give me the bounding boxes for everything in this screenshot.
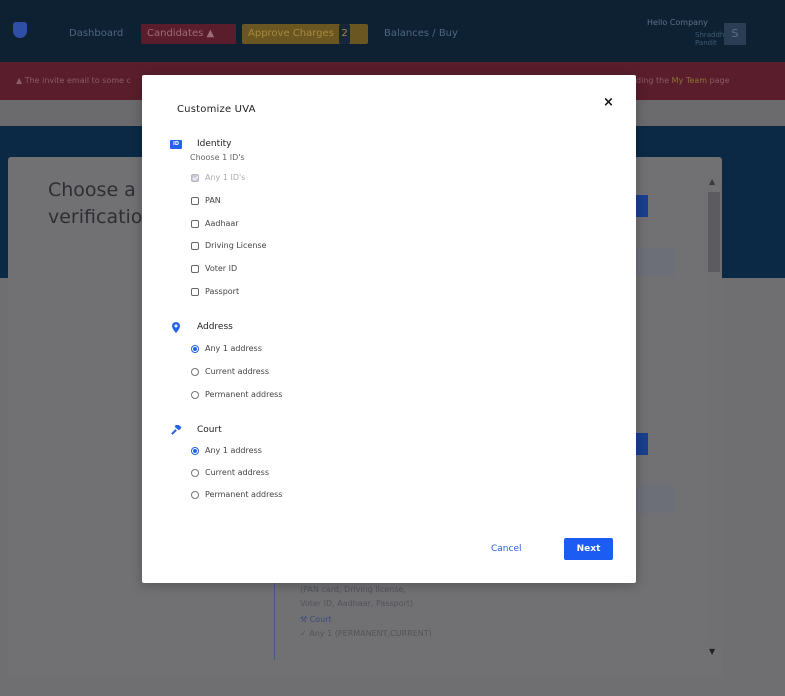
checkbox-aadhaar[interactable]: [191, 219, 199, 228]
identity-option-label: Passport: [205, 287, 240, 296]
alert-text-right-suffix: page: [709, 76, 730, 85]
identity-option-voter-id[interactable]: Voter ID: [191, 264, 237, 273]
identity-option-aadhaar[interactable]: Aadhaar: [191, 219, 239, 228]
address-option-label: Any 1 address: [205, 344, 262, 353]
id-card-icon: ID: [170, 139, 182, 149]
avatar[interactable]: S: [724, 23, 746, 45]
nav-approve-charges[interactable]: Approve Charges 2: [242, 24, 368, 44]
checkbox-any-id[interactable]: [191, 173, 199, 182]
nav-candidates-label: Candidates: [147, 28, 204, 39]
identity-option-label: Voter ID: [205, 264, 238, 273]
identity-label: Identity: [197, 139, 232, 149]
summary-line1: (PAN card, Driving license,: [300, 585, 406, 594]
background-panel: [636, 485, 674, 513]
company-logo[interactable]: [9, 22, 31, 50]
identity-option-label: Aadhaar: [205, 219, 239, 228]
identity-option-label: Driving License: [205, 241, 267, 250]
background-button: [636, 433, 648, 455]
gavel-icon: ⚒: [300, 615, 310, 624]
checkbox-driving-license[interactable]: [191, 241, 199, 250]
my-team-link[interactable]: My Team: [672, 76, 707, 85]
map-pin-icon: [168, 321, 184, 333]
page-heading: Choose a verificatio: [48, 177, 142, 231]
page-heading-line2: verificatio: [48, 206, 143, 228]
checkbox-passport[interactable]: [191, 287, 199, 296]
radio-court-permanent-address[interactable]: [191, 490, 199, 499]
radio-permanent-address[interactable]: [191, 390, 199, 399]
user-greeting: Hello Company: [647, 18, 708, 27]
summary-court-value-text: Any 1 (PERMANENT,CURRENT): [309, 629, 432, 638]
alert-banner-right: ding the My Team page: [636, 62, 730, 100]
user-info: Hello Company Shraddha Pandit: [647, 18, 729, 47]
address-option-permanent[interactable]: Permanent address: [191, 390, 282, 399]
alert-text-right: ding the: [636, 76, 670, 85]
cancel-button[interactable]: Cancel: [491, 544, 522, 554]
court-section-header: Court: [168, 424, 222, 436]
top-navigation-bar: Dashboard Candidates ▲ Approve Charges 2…: [0, 0, 785, 62]
approve-charges-badge: 2: [339, 24, 351, 44]
court-label: Court: [197, 425, 222, 435]
identity-option-label: Any 1 ID's: [205, 173, 246, 182]
court-option-permanent[interactable]: Permanent address: [191, 490, 282, 499]
page-heading-line1: Choose a: [48, 179, 136, 201]
warning-icon: ▲: [16, 76, 25, 85]
nav-candidates[interactable]: Candidates ▲: [141, 24, 236, 44]
background-panel: [636, 248, 674, 276]
summary-line2: Voter ID, Aadhaar, Passport): [300, 599, 414, 608]
identity-option-pan[interactable]: PAN: [191, 196, 221, 205]
customize-uva-modal: Customize UVA × ID Identity Choose 1 ID'…: [142, 75, 636, 583]
court-option-current[interactable]: Current address: [191, 468, 269, 477]
check-icon: ✓: [300, 629, 310, 638]
radio-court-current-address[interactable]: [191, 468, 199, 477]
identity-option-driving-license[interactable]: Driving License: [191, 241, 266, 250]
gavel-icon: [168, 424, 184, 436]
modal-title: Customize UVA: [177, 104, 256, 115]
identity-option-passport[interactable]: Passport: [191, 287, 239, 296]
address-option-label: Current address: [205, 367, 270, 376]
warning-icon: ▲: [206, 28, 215, 39]
address-option-label: Permanent address: [205, 390, 283, 399]
checkbox-voter-id[interactable]: [191, 264, 199, 273]
identity-subtitle: Choose 1 ID's: [190, 153, 245, 162]
address-option-current[interactable]: Current address: [191, 367, 269, 376]
divider: [274, 570, 275, 660]
identity-option-label: PAN: [205, 196, 221, 205]
court-option-label: Current address: [205, 468, 270, 477]
close-icon[interactable]: ×: [603, 95, 614, 110]
scrollbar-thumb[interactable]: [708, 192, 720, 272]
next-button[interactable]: Next: [564, 538, 613, 560]
court-option-label: Any 1 address: [205, 446, 262, 455]
nav-dashboard[interactable]: Dashboard: [63, 24, 129, 44]
address-section-header: Address: [168, 321, 233, 333]
logo-shield-icon: [13, 22, 27, 38]
alert-text: The invite email to some c: [24, 76, 131, 85]
court-option-any[interactable]: Any 1 address: [191, 446, 262, 455]
address-label: Address: [197, 322, 233, 332]
court-option-label: Permanent address: [205, 490, 283, 499]
summary-court-value: ✓ Any 1 (PERMANENT,CURRENT): [300, 627, 432, 641]
identity-section-header: ID Identity: [168, 138, 232, 150]
selection-summary: (PAN card, Driving license, Voter ID, Aa…: [300, 583, 432, 641]
identity-option-any[interactable]: Any 1 ID's: [191, 173, 245, 182]
scroll-up-icon[interactable]: ▲: [709, 177, 715, 186]
summary-court: ⚒ Court: [300, 613, 432, 627]
background-button: [636, 195, 648, 217]
radio-current-address[interactable]: [191, 367, 199, 376]
nav-balances[interactable]: Balances / Buy: [378, 24, 464, 44]
nav-approve-charges-label: Approve Charges: [248, 28, 334, 39]
address-option-any[interactable]: Any 1 address: [191, 344, 262, 353]
checkbox-pan[interactable]: [191, 196, 199, 205]
summary-court-label: Court: [309, 615, 332, 624]
radio-court-any-address[interactable]: [191, 446, 199, 455]
scroll-down-icon[interactable]: ▼: [709, 647, 715, 656]
radio-any-address[interactable]: [191, 344, 199, 353]
